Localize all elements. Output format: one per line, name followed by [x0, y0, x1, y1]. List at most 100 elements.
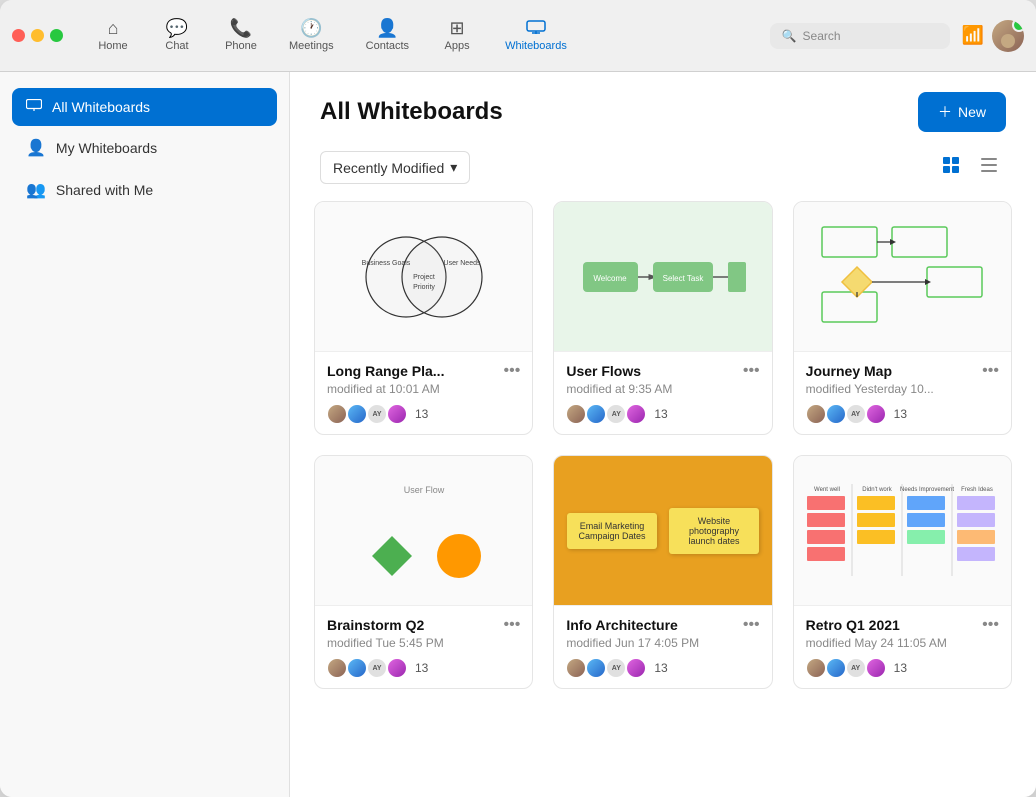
new-button[interactable]: ＋ New	[918, 92, 1006, 132]
grid-view-button[interactable]	[934, 150, 968, 185]
collaborator-avatar-3	[866, 658, 886, 678]
nav-home[interactable]: ⌂ Home	[83, 13, 143, 58]
shared-with-me-icon: 👥	[26, 180, 46, 200]
collaborator-avatar-1	[566, 404, 586, 424]
card-more-button[interactable]: •••	[743, 362, 760, 380]
card-title: User Flows	[566, 363, 641, 379]
sidebar: All Whiteboards 👤 My Whiteboards 👥 Share…	[0, 72, 290, 797]
nav-contacts[interactable]: 👤 Contacts	[352, 13, 423, 58]
card-title-row: Retro Q1 2021 •••	[806, 616, 999, 634]
svg-text:Priority: Priority	[413, 284, 435, 291]
user-area: 📶	[962, 20, 1024, 52]
content-header: All Whiteboards ＋ New	[290, 72, 1036, 142]
card-retro-q1-2021[interactable]: Went well Didn't work Needs Improvement …	[793, 455, 1012, 689]
nav-phone[interactable]: 📞 Phone	[211, 13, 271, 58]
card-brainstorm-q2[interactable]: User Flow Brainstorm Q2 ••• modified Tu	[314, 455, 533, 689]
sticky-note-2: Website photography launch dates	[669, 508, 759, 554]
card-more-button[interactable]: •••	[504, 362, 521, 380]
collaborator-avatar-3	[626, 404, 646, 424]
nav-whiteboards-label: Whiteboards	[505, 40, 567, 52]
avatar[interactable]	[992, 20, 1024, 52]
collab-count: 13	[894, 407, 907, 421]
card-meta: modified Tue 5:45 PM	[327, 636, 520, 650]
collaborator-avatar-3	[387, 404, 407, 424]
card-more-button[interactable]: •••	[504, 616, 521, 634]
collab-count: 13	[894, 661, 907, 675]
nav-whiteboards[interactable]: Whiteboards	[491, 13, 581, 58]
card-info-architecture[interactable]: Email Marketing Campaign Dates Website p…	[553, 455, 772, 689]
svg-text:Select Task: Select Task	[663, 274, 705, 283]
card-title: Long Range Pla...	[327, 363, 444, 379]
collaborator-avatar-1	[327, 658, 347, 678]
card-footer: AY 13	[566, 658, 759, 678]
nav-home-label: Home	[98, 40, 127, 52]
content-area: All Whiteboards ＋ New Recently Modified …	[290, 72, 1036, 797]
card-title-row: Brainstorm Q2 •••	[327, 616, 520, 634]
wifi-icon: 📶	[962, 25, 984, 46]
svg-text:Welcome: Welcome	[593, 274, 627, 283]
collaborator-avatar-2	[826, 658, 846, 678]
nav-chat-label: Chat	[165, 40, 188, 52]
sidebar-item-my-whiteboards[interactable]: 👤 My Whiteboards	[12, 128, 277, 168]
card-title: Brainstorm Q2	[327, 617, 424, 633]
card-meta: modified May 24 11:05 AM	[806, 636, 999, 650]
search-icon: 🔍	[782, 29, 797, 43]
collaborator-initials-ay: AY	[606, 404, 626, 424]
filter-dropdown[interactable]: Recently Modified ▾	[320, 151, 470, 184]
close-button[interactable]	[12, 29, 25, 42]
card-info-long-range-plan: Long Range Pla... ••• modified at 10:01 …	[315, 352, 532, 434]
collaborator-initials-ay: AY	[846, 404, 866, 424]
minimize-button[interactable]	[31, 29, 44, 42]
card-journey-map[interactable]: Journey Map ••• modified Yesterday 10...…	[793, 201, 1012, 435]
nav-bar: ⌂ Home 💬 Chat 📞 Phone 🕐 Meetings 👤 Conta…	[83, 13, 770, 58]
whiteboards-icon	[526, 19, 546, 37]
svg-text:Didn't work: Didn't work	[863, 487, 893, 493]
card-more-button[interactable]: •••	[982, 362, 999, 380]
toolbar: Recently Modified ▾	[290, 142, 1036, 201]
nav-apps-label: Apps	[445, 40, 470, 52]
svg-text:User Needs: User Needs	[443, 260, 480, 267]
card-info-brainstorm-q2: Brainstorm Q2 ••• modified Tue 5:45 PM A…	[315, 606, 532, 688]
card-more-button[interactable]: •••	[982, 616, 999, 634]
collaborator-avatar-1	[566, 658, 586, 678]
collaborator-avatar-2	[347, 658, 367, 678]
card-title: Retro Q1 2021	[806, 617, 900, 633]
card-thumbnail-journey-map	[794, 202, 1011, 352]
card-meta: modified Yesterday 10...	[806, 382, 999, 396]
collaborator-initials-ay: AY	[606, 658, 626, 678]
svg-text:Business Goals: Business Goals	[361, 260, 410, 267]
nav-chat[interactable]: 💬 Chat	[147, 13, 207, 58]
card-long-range-plan[interactable]: Business Goals User Needs Project Priori…	[314, 201, 533, 435]
nav-meetings[interactable]: 🕐 Meetings	[275, 13, 348, 58]
card-thumbnail-long-range-plan: Business Goals User Needs Project Priori…	[315, 202, 532, 352]
search-bar[interactable]: 🔍 Search	[770, 23, 950, 49]
list-view-button[interactable]	[972, 150, 1006, 185]
contacts-icon: 👤	[376, 19, 398, 37]
sidebar-item-shared-with-me[interactable]: 👥 Shared with Me	[12, 170, 277, 210]
card-thumbnail-user-flows: Welcome Select Task	[554, 202, 771, 352]
svg-text:Project: Project	[413, 274, 435, 281]
apps-icon: ⊞	[450, 19, 465, 37]
card-footer: AY 13	[806, 404, 999, 424]
sidebar-item-all-whiteboards[interactable]: All Whiteboards	[12, 88, 277, 126]
collaborator-avatar-2	[586, 658, 606, 678]
collaborator-avatar-2	[826, 404, 846, 424]
chat-icon: 💬	[166, 19, 188, 37]
home-icon: ⌂	[108, 19, 119, 37]
avatar-image	[992, 20, 1024, 52]
svg-text:User Flow: User Flow	[403, 485, 444, 495]
view-toggles	[934, 150, 1006, 185]
card-more-button[interactable]: •••	[743, 616, 760, 634]
collaborator-avatar-3	[626, 658, 646, 678]
card-footer: AY 13	[566, 404, 759, 424]
card-info-info-architecture: Info Architecture ••• modified Jun 17 4:…	[554, 606, 771, 688]
fullscreen-button[interactable]	[50, 29, 63, 42]
card-user-flows[interactable]: Welcome Select Task	[553, 201, 772, 435]
card-info-journey-map: Journey Map ••• modified Yesterday 10...…	[794, 352, 1011, 434]
card-thumbnail-retro-q1-2021: Went well Didn't work Needs Improvement …	[794, 456, 1011, 606]
card-thumbnail-info-architecture: Email Marketing Campaign Dates Website p…	[554, 456, 771, 606]
sticky-note-1: Email Marketing Campaign Dates	[567, 513, 657, 549]
search-label: Search	[803, 29, 841, 43]
nav-apps[interactable]: ⊞ Apps	[427, 13, 487, 58]
collaborator-avatar-1	[327, 404, 347, 424]
